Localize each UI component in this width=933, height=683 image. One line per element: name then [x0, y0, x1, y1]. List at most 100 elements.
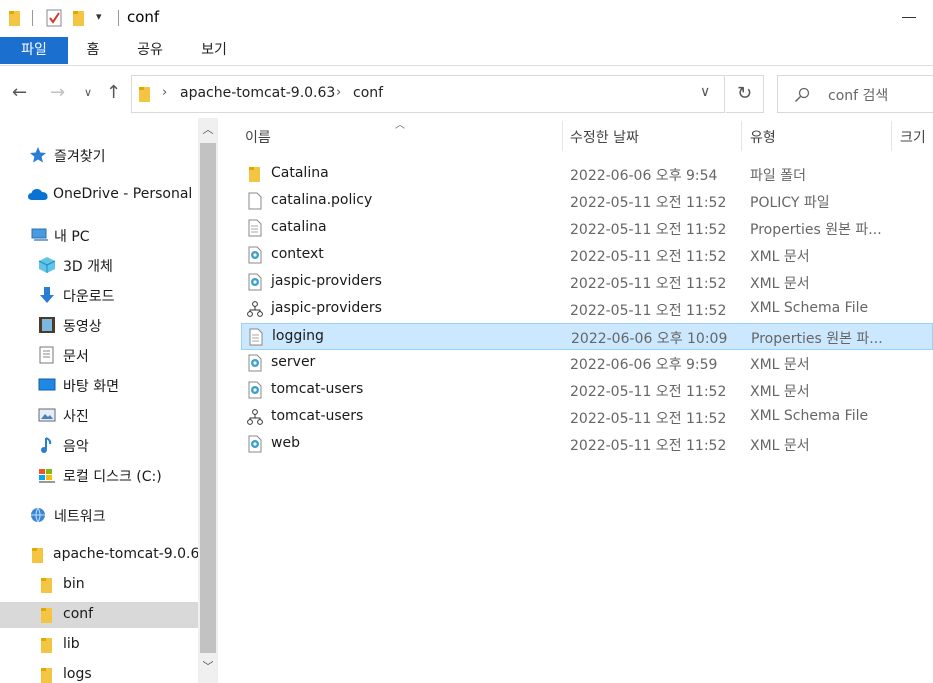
- star-icon: [30, 147, 46, 163]
- column-header-name[interactable]: 이름: [245, 127, 271, 147]
- file-row[interactable]: jaspic-providers 2022-05-11 오전 11:52 XML 문…: [241, 269, 933, 296]
- file-row[interactable]: catalina 2022-05-11 오전 11:52 Properties 원본…: [241, 215, 933, 242]
- sidebar-item-documents[interactable]: 문서: [0, 342, 198, 368]
- file-list: ︿ 이름 수정한 날짜 유형 크기 Catalina 2022-06-06 오후 …: [218, 118, 933, 683]
- file-name: server: [271, 354, 316, 370]
- file-type: XML 문서: [750, 438, 810, 454]
- file-type: 파일 폴더: [750, 168, 806, 184]
- xml-file-icon: [248, 354, 262, 372]
- sidebar-item-pictures[interactable]: 사진: [0, 402, 198, 428]
- refresh-button[interactable]: ↻: [726, 75, 764, 113]
- sidebar-item-quick-access[interactable]: 즐겨찾기: [0, 142, 198, 168]
- address-bar[interactable]: › apache-tomcat-9.0.63 › conf ∨: [131, 75, 725, 113]
- properties-check-icon[interactable]: [46, 9, 64, 27]
- disk-icon: [39, 469, 55, 483]
- file-row[interactable]: tomcat-users 2022-05-11 오전 11:52 XML 문서: [241, 377, 933, 404]
- tab-view[interactable]: 보기: [192, 37, 236, 64]
- file-date: 2022-05-11 오전 11:52: [570, 195, 727, 211]
- file-name: logging: [272, 328, 324, 344]
- tab-home[interactable]: 홈: [76, 37, 110, 64]
- new-folder-icon[interactable]: [72, 9, 86, 27]
- folder-icon: [139, 87, 150, 102]
- file-name: tomcat-users: [271, 408, 364, 424]
- download-icon: [40, 287, 54, 303]
- sidebar-item-3d-objects[interactable]: 3D 개체: [0, 252, 198, 278]
- column-header: ︿ 이름 수정한 날짜 유형 크기: [218, 118, 933, 152]
- file-row[interactable]: jaspic-providers 2022-05-11 오전 11:52 XML S…: [241, 296, 933, 323]
- quick-access-dropdown-icon[interactable]: ▾: [96, 10, 102, 23]
- file-row[interactable]: web 2022-05-11 오전 11:52 XML 문서: [241, 431, 933, 458]
- sidebar-item-network[interactable]: 네트워크: [0, 502, 198, 528]
- up-button[interactable]: ↑: [106, 82, 121, 103]
- file-name: jaspic-providers: [271, 300, 382, 316]
- file-name: context: [271, 246, 324, 262]
- forward-button[interactable]: →: [50, 82, 65, 103]
- search-placeholder[interactable]: conf 검색: [828, 85, 888, 105]
- file-name: web: [271, 435, 300, 451]
- sidebar-item-lib[interactable]: lib: [0, 632, 198, 658]
- file-date: 2022-06-06 오후 10:09: [571, 331, 728, 347]
- file-row[interactable]: catalina.policy 2022-05-11 오전 11:52 POLICY…: [241, 188, 933, 215]
- back-button[interactable]: ←: [12, 82, 27, 103]
- sidebar-item-onedrive[interactable]: OneDrive - Personal: [0, 182, 198, 208]
- file-row[interactable]: Catalina 2022-06-06 오후 9:54 파일 폴더: [241, 161, 933, 188]
- folder-icon: [41, 668, 52, 683]
- file-type: XML Schema File: [750, 408, 869, 424]
- xml-file-icon: [248, 381, 262, 399]
- file-type: XML 문서: [750, 276, 810, 292]
- column-header-size[interactable]: 크기: [900, 127, 926, 147]
- chevron-right-icon[interactable]: ›: [336, 85, 341, 100]
- sort-ascending-icon: ︿: [395, 120, 405, 131]
- chevron-down-icon[interactable]: ∨: [700, 84, 710, 100]
- sidebar-item-conf[interactable]: conf: [0, 602, 198, 628]
- pc-icon: [31, 228, 48, 241]
- video-icon: [39, 317, 55, 333]
- pictures-icon: [38, 408, 56, 422]
- search-box[interactable]: conf 검색: [777, 75, 933, 113]
- sidebar-item-logs[interactable]: logs: [0, 662, 198, 683]
- file-type: Properties 원본 파...: [751, 331, 883, 347]
- sidebar-item-this-pc[interactable]: 내 PC: [0, 222, 198, 248]
- breadcrumb-apache-tomcat[interactable]: apache-tomcat-9.0.63: [180, 85, 335, 101]
- 3d-objects-icon: [38, 257, 56, 273]
- title-bar: ▾ conf: [0, 0, 933, 36]
- xml-file-icon: [248, 273, 262, 291]
- recent-locations-dropdown-icon[interactable]: ∨: [84, 86, 92, 99]
- column-header-date[interactable]: 수정한 날짜: [570, 127, 639, 147]
- file-row[interactable]: logging 2022-06-06 오후 10:09 Properties 원본 …: [241, 323, 933, 350]
- xml-file-icon: [248, 246, 262, 264]
- navigation-scrollbar[interactable]: ︿ ﹀: [198, 118, 218, 683]
- scrollbar-thumb[interactable]: [200, 143, 216, 653]
- folder-icon: [41, 608, 52, 623]
- sidebar-item-music[interactable]: 음악: [0, 432, 198, 458]
- folder-icon: [9, 11, 20, 26]
- file-date: 2022-06-06 오후 9:59: [570, 357, 718, 373]
- file-row[interactable]: tomcat-users 2022-05-11 오전 11:52 XML Schem…: [241, 404, 933, 431]
- scroll-down-icon[interactable]: ﹀: [198, 658, 218, 678]
- sidebar-item-desktop[interactable]: 바탕 화면: [0, 372, 198, 398]
- file-date: 2022-05-11 오전 11:52: [570, 276, 727, 292]
- sidebar-item-videos[interactable]: 동영상: [0, 312, 198, 338]
- ribbon: 파일 홈 공유 보기: [0, 37, 933, 66]
- file-date: 2022-05-11 오전 11:52: [570, 222, 727, 238]
- file-row[interactable]: server 2022-06-06 오후 9:59 XML 문서: [241, 350, 933, 377]
- sidebar-item-downloads[interactable]: 다운로드: [0, 282, 198, 308]
- file-type: XML 문서: [750, 249, 810, 265]
- file-name: catalina: [271, 219, 327, 235]
- tab-file[interactable]: 파일: [0, 37, 68, 64]
- sidebar-item-bin[interactable]: bin: [0, 572, 198, 598]
- file-row[interactable]: context 2022-05-11 오전 11:52 XML 문서: [241, 242, 933, 269]
- file-type: XML Schema File: [750, 300, 869, 316]
- file-icon: [248, 192, 262, 210]
- file-type: XML 문서: [750, 357, 810, 373]
- scroll-up-icon[interactable]: ︿: [198, 121, 218, 141]
- column-header-type[interactable]: 유형: [750, 127, 776, 147]
- breadcrumb-conf[interactable]: conf: [353, 85, 383, 101]
- sidebar-item-apache-tomcat[interactable]: apache-tomcat-9.0.63: [0, 542, 198, 568]
- chevron-right-icon[interactable]: ›: [162, 85, 167, 100]
- window-title: conf: [127, 8, 160, 26]
- tab-share[interactable]: 공유: [128, 37, 172, 64]
- sidebar-item-local-disk[interactable]: 로컬 디스크 (C:): [0, 462, 198, 488]
- minimize-button[interactable]: [902, 17, 916, 18]
- file-date: 2022-05-11 오전 11:52: [570, 303, 727, 319]
